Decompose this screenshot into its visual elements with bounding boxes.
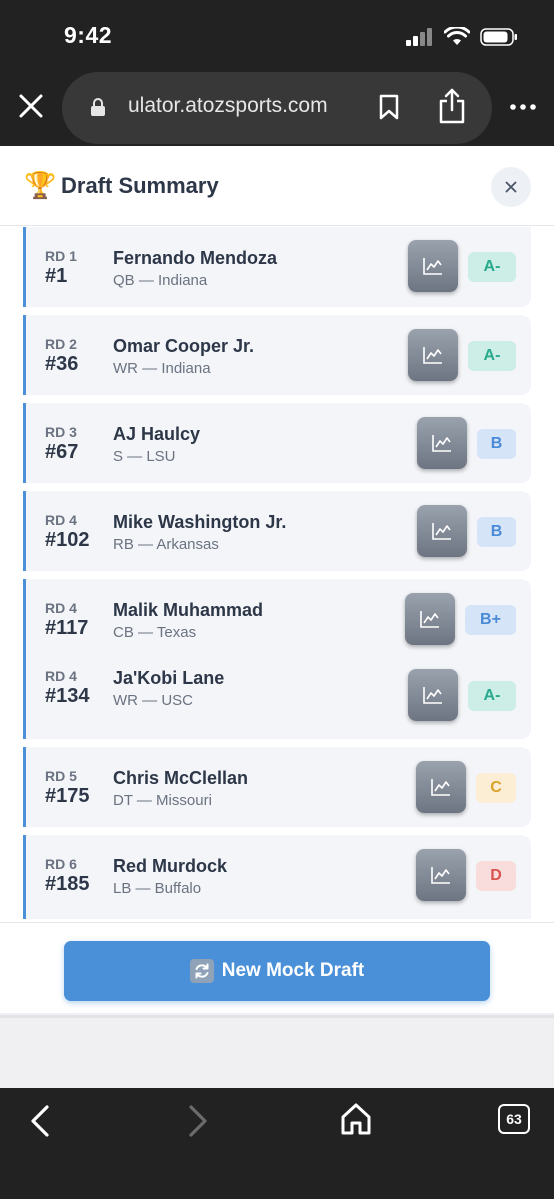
chart-icon <box>423 687 442 704</box>
stats-chart-button[interactable] <box>416 849 466 901</box>
grade-badge: A- <box>468 252 516 282</box>
pick-number: #36 <box>45 353 79 375</box>
player-info: WR — Indiana <box>113 360 211 377</box>
bookmark-icon[interactable] <box>378 94 400 120</box>
stats-chart-button[interactable] <box>417 417 467 469</box>
status-icons <box>406 27 518 46</box>
url-text: ulator.atozsports.com <box>128 94 328 117</box>
grade-badge: C <box>476 773 516 803</box>
chart-icon <box>431 867 450 884</box>
draft-summary-modal: 🏆 Draft Summary RD 1 #1 Fernando Mendoza… <box>0 146 554 1013</box>
pick-row: RD 4 #117 Malik Muhammad CB — Texas B+ <box>23 579 531 661</box>
player-info: LB — Buffalo <box>113 880 202 897</box>
close-button[interactable] <box>491 167 531 207</box>
player-info: S — LSU <box>113 448 176 465</box>
player-info: DT — Missouri <box>113 792 212 809</box>
status-bar: 9:42 <box>0 0 554 72</box>
player-name: Red Murdock <box>113 856 228 876</box>
pick-list: RD 1 #1 Fernando Mendoza QB — Indiana A-… <box>0 227 554 919</box>
grade-badge: B <box>477 517 516 547</box>
pick-number: #185 <box>45 873 90 895</box>
grade-badge: B <box>477 429 516 459</box>
signal-icon <box>406 27 432 46</box>
divider <box>0 1015 554 1018</box>
chart-icon <box>420 611 439 628</box>
pick-number: #67 <box>45 441 79 463</box>
pick-round: RD 4 <box>45 512 77 528</box>
stats-chart-button[interactable] <box>408 669 458 721</box>
pick-round: RD 6 <box>45 856 77 872</box>
new-mock-draft-label: New Mock Draft <box>221 960 365 981</box>
refresh-icon <box>189 959 214 983</box>
chart-icon <box>432 435 451 452</box>
back-icon[interactable] <box>28 1104 52 1138</box>
pick-round: RD 4 <box>45 668 77 684</box>
chart-icon <box>423 347 442 364</box>
close-icon[interactable] <box>17 92 45 120</box>
pick-round: RD 4 <box>45 600 77 616</box>
pick-round: RD 3 <box>45 424 77 440</box>
pick-row: RD 6 #185 Red Murdock LB — Buffalo D <box>23 835 531 919</box>
grade-badge: A- <box>468 681 516 711</box>
player-info: CB — Texas <box>113 624 197 641</box>
trophy-icon: 🏆 <box>24 170 57 200</box>
player-name: Ja'Kobi Lane <box>113 668 225 688</box>
pick-number: #175 <box>45 785 90 807</box>
chart-icon <box>431 779 450 796</box>
new-mock-draft-button[interactable]: New Mock Draft <box>64 941 490 1001</box>
player-name: Omar Cooper Jr. <box>113 336 255 356</box>
player-name: Fernando Mendoza <box>113 248 278 268</box>
stats-chart-button[interactable] <box>417 505 467 557</box>
player-name: Mike Washington Jr. <box>113 512 287 532</box>
stats-chart-button[interactable] <box>408 240 458 292</box>
pick-number: #117 <box>45 617 89 639</box>
stats-chart-button[interactable] <box>408 329 458 381</box>
tab-count: 63 <box>506 1111 522 1127</box>
pick-number: #1 <box>45 265 68 287</box>
chart-icon <box>432 523 451 540</box>
tabs-button[interactable]: 63 <box>498 1104 530 1134</box>
home-icon[interactable] <box>340 1102 372 1136</box>
player-info: QB — Indiana <box>113 272 208 289</box>
pick-row: RD 4 #134 Ja'Kobi Lane WR — USC A- <box>23 661 531 739</box>
modal-header: 🏆 Draft Summary <box>0 146 554 226</box>
stats-chart-button[interactable] <box>416 761 466 813</box>
pick-row: RD 3 #67 AJ Haulcy S — LSU B <box>23 403 531 483</box>
close-icon <box>505 181 517 193</box>
url-bar[interactable]: ulator.atozsports.com <box>62 72 492 144</box>
pick-number: #102 <box>45 529 90 551</box>
pick-round: RD 5 <box>45 768 77 784</box>
browser-toolbar: 63 <box>0 1088 554 1199</box>
player-info: WR — USC <box>113 692 193 709</box>
modal-title: Draft Summary <box>61 173 219 198</box>
pick-row: RD 4 #102 Mike Washington Jr. RB — Arkan… <box>23 491 531 571</box>
player-name: AJ Haulcy <box>113 424 201 444</box>
share-icon[interactable] <box>438 88 466 124</box>
browser-bar: ulator.atozsports.com <box>0 72 554 146</box>
pick-row: RD 5 #175 Chris McClellan DT — Missouri … <box>23 747 531 827</box>
lock-icon <box>91 98 105 116</box>
pick-row: RD 1 #1 Fernando Mendoza QB — Indiana A- <box>23 227 531 307</box>
wifi-icon <box>444 27 470 45</box>
forward-icon[interactable] <box>186 1104 210 1138</box>
pick-row: RD 2 #36 Omar Cooper Jr. WR — Indiana A- <box>23 315 531 395</box>
player-info: RB — Arkansas <box>113 536 219 553</box>
grade-badge: D <box>476 861 516 891</box>
status-time: 9:42 <box>64 22 113 48</box>
more-icon[interactable] <box>510 104 536 110</box>
player-name: Chris McClellan <box>113 768 249 788</box>
pick-number: #134 <box>45 685 90 707</box>
modal-footer: New Mock Draft <box>0 922 554 1013</box>
player-name: Malik Muhammad <box>113 600 264 620</box>
stats-chart-button[interactable] <box>405 593 455 645</box>
pick-round: RD 1 <box>45 248 77 264</box>
page-backdrop <box>0 1013 554 1088</box>
chart-icon <box>423 258 442 275</box>
pick-round: RD 2 <box>45 336 77 352</box>
grade-badge: A- <box>468 341 516 371</box>
battery-icon <box>480 27 517 46</box>
grade-badge: B+ <box>465 605 516 635</box>
